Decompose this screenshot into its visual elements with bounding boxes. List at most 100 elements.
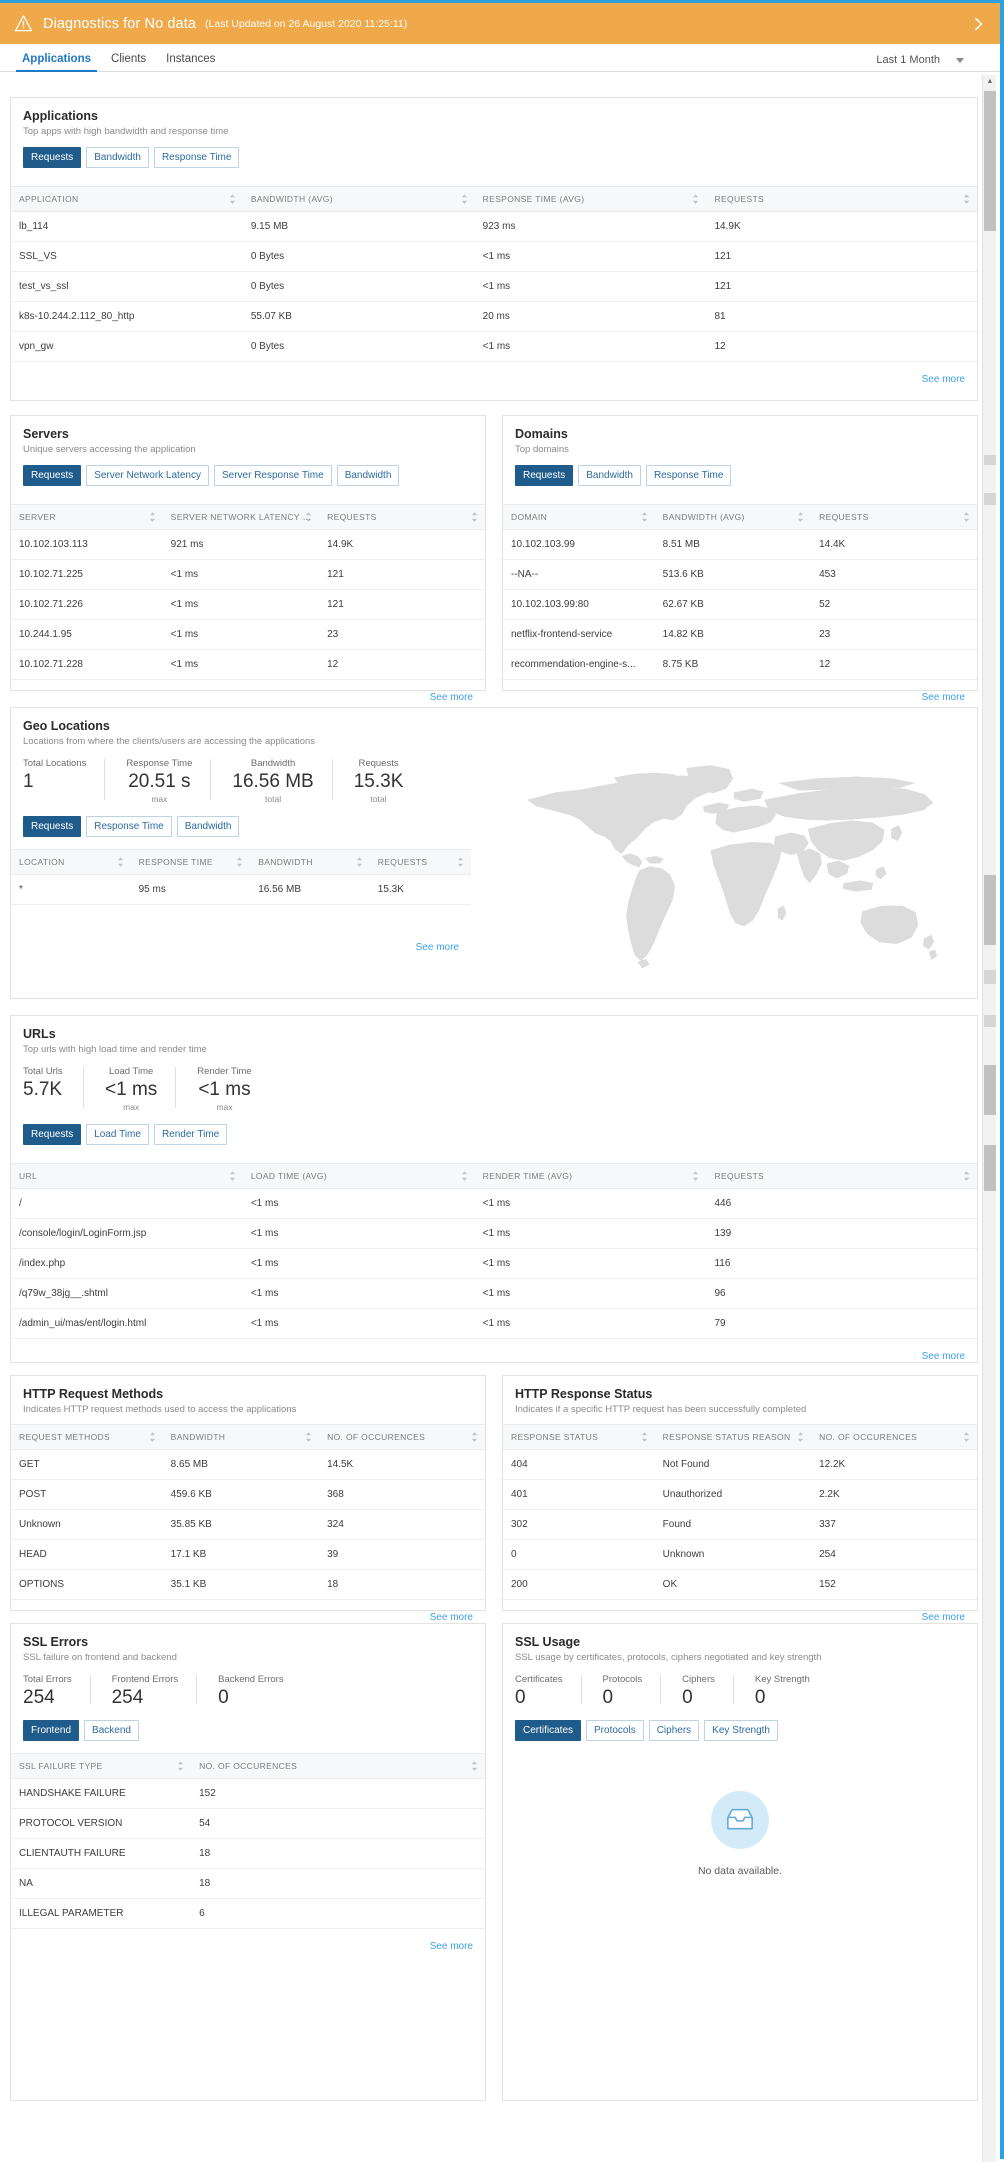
table-row[interactable]: 10.102.71.228 <1 ms 12 [11, 649, 485, 680]
ssl-errors-pill-frontend[interactable]: Frontend [23, 1719, 80, 1741]
table-row[interactable]: 10.102.103.99:80 62.67 KB 52 [503, 589, 977, 620]
tab-applications[interactable]: Applications [12, 53, 101, 72]
http-methods-col-bandwidth[interactable]: BANDWIDTH [162, 1423, 320, 1450]
table-row[interactable]: POST 459.6 KB 368 [11, 1479, 485, 1510]
servers-col-network-latency[interactable]: SERVER NETWORK LATENCY (... [162, 503, 320, 530]
http-methods-see-more-link[interactable]: See more [430, 1612, 473, 1623]
table-row[interactable]: /admin_ui/mas/ent/login.html <1 ms <1 ms 79 [11, 1308, 977, 1339]
ssl-errors-pill-backend[interactable]: Backend [84, 1719, 139, 1741]
servers-col-server[interactable]: SERVER [11, 503, 163, 530]
ssl-errors-col-occurences[interactable]: NO. OF OCCURENCES [191, 1752, 485, 1779]
ssl-errors-col-failure-type[interactable]: SSL FAILURE TYPE [11, 1752, 192, 1779]
urls-pill-requests[interactable]: Requests [23, 1123, 82, 1145]
urls-col-requests[interactable]: REQUESTS [706, 1162, 977, 1189]
table-row[interactable]: HEAD 17.1 KB 39 [11, 1539, 485, 1570]
urls-pill-render-time[interactable]: Render Time [153, 1123, 228, 1145]
geo-see-more-link[interactable]: See more [416, 942, 459, 953]
table-row[interactable]: NA 18 [11, 1868, 485, 1899]
table-row[interactable]: 10.102.103.113 921 ms 14.9K [11, 529, 485, 560]
ssl-usage-pill-protocols[interactable]: Protocols [586, 1719, 644, 1741]
table-row[interactable]: /q79w_38jg__.shtml <1 ms <1 ms 96 [11, 1278, 977, 1309]
http-status-col-response-status[interactable]: RESPONSE STATUS [503, 1423, 655, 1450]
time-range-selector[interactable]: Last 1 Month [876, 54, 964, 66]
table-row[interactable]: 0 Unknown 254 [503, 1539, 977, 1570]
ssl-usage-pill-ciphers[interactable]: Ciphers [648, 1719, 700, 1741]
ssl-usage-pill-key-strength[interactable]: Key Strength [704, 1719, 778, 1741]
geo-col-requests[interactable]: REQUESTS [369, 848, 471, 875]
applications-pill-response-time[interactable]: Response Time [153, 146, 240, 168]
table-row[interactable]: CLIENTAUTH FAILURE 18 [11, 1838, 485, 1869]
chevron-right-icon[interactable] [969, 15, 987, 33]
table-row[interactable]: --NA-- 513.6 KB 453 [503, 559, 977, 590]
tab-instances[interactable]: Instances [156, 53, 225, 71]
scroll-up-arrow-icon[interactable]: ▲ [983, 75, 997, 88]
servers-see-more-link[interactable]: See more [430, 692, 473, 703]
domains-see-more-link[interactable]: See more [922, 692, 965, 703]
table-row[interactable]: OPTIONS 35.1 KB 18 [11, 1569, 485, 1600]
http-status-see-more-link[interactable]: See more [922, 1612, 965, 1623]
domains-pill-response-time[interactable]: Response Time [645, 464, 732, 486]
table-row[interactable]: netflix-frontend-service 14.82 KB 23 [503, 619, 977, 650]
servers-pill-requests[interactable]: Requests [23, 464, 82, 486]
urls-pill-load-time[interactable]: Load Time [86, 1123, 149, 1145]
table-row[interactable]: 404 Not Found 12.2K [503, 1449, 977, 1480]
table-row[interactable]: vpn_gw 0 Bytes <1 ms 12 [11, 331, 977, 362]
table-row[interactable]: 10.102.71.226 <1 ms 121 [11, 589, 485, 620]
servers-pill-server-network-latency[interactable]: Server Network Latency [86, 464, 209, 486]
domains-col-domain[interactable]: DOMAIN [503, 503, 655, 530]
table-row[interactable]: ILLEGAL PARAMETER 6 [11, 1898, 485, 1929]
table-row[interactable]: / <1 ms <1 ms 446 [11, 1188, 977, 1219]
servers-pill-bandwidth[interactable]: Bandwidth [336, 464, 400, 486]
http-methods-col-request-methods[interactable]: REQUEST METHODS [11, 1423, 163, 1450]
table-row[interactable]: GET 8.65 MB 14.5K [11, 1449, 485, 1480]
domains-col-requests[interactable]: REQUESTS [811, 503, 977, 530]
table-row[interactable]: /index.php <1 ms <1 ms 116 [11, 1248, 977, 1279]
geo-col-location[interactable]: LOCATION [11, 848, 131, 875]
table-row[interactable]: 200 OK 152 [503, 1569, 977, 1600]
table-row[interactable]: SSL_VS 0 Bytes <1 ms 121 [11, 241, 977, 272]
geo-pill-response-time[interactable]: Response Time [86, 815, 172, 837]
applications-pill-requests[interactable]: Requests [23, 146, 82, 168]
tab-clients[interactable]: Clients [101, 53, 156, 71]
domains-pill-requests[interactable]: Requests [515, 464, 574, 486]
table-row[interactable]: HANDSHAKE FAILURE 152 [11, 1778, 485, 1809]
applications-pill-bandwidth[interactable]: Bandwidth [86, 146, 149, 168]
urls-col-render-time[interactable]: RENDER TIME (AVG) [474, 1162, 707, 1189]
http-methods-col-occurences[interactable]: NO. OF OCCURENCES [319, 1423, 485, 1450]
table-row[interactable]: k8s-10.244.2.112_80_http 55.07 KB 20 ms 81 [11, 301, 977, 332]
urls-col-url[interactable]: URL [11, 1162, 243, 1189]
geo-col-bandwidth[interactable]: BANDWIDTH [250, 848, 370, 875]
scrollbar-thumb[interactable] [984, 91, 996, 231]
table-row[interactable]: /console/login/LoginForm.jsp <1 ms <1 ms 13… [11, 1218, 977, 1249]
applications-see-more-link[interactable]: See more [922, 374, 965, 385]
servers-col-requests[interactable]: REQUESTS [319, 503, 485, 530]
servers-pill-server-response-time[interactable]: Server Response Time [213, 464, 332, 486]
table-row[interactable]: PROTOCOL VERSION 54 [11, 1808, 485, 1839]
urls-col-load-time[interactable]: LOAD TIME (AVG) [242, 1162, 475, 1189]
table-row[interactable]: test_vs_ssl 0 Bytes <1 ms 121 [11, 271, 977, 302]
ssl-usage-pill-certificates[interactable]: Certificates [515, 1719, 582, 1741]
table-row[interactable]: Unknown 35.85 KB 324 [11, 1509, 485, 1540]
geo-pill-requests[interactable]: Requests [23, 815, 82, 837]
table-row[interactable]: 302 Found 337 [503, 1509, 977, 1540]
applications-col-bandwidth[interactable]: BANDWIDTH (AVG) [242, 185, 475, 212]
urls-see-more-link[interactable]: See more [922, 1351, 965, 1362]
applications-col-response-time[interactable]: RESPONSE TIME (AVG) [474, 185, 707, 212]
table-row[interactable]: 10.244.1.95 <1 ms 23 [11, 619, 485, 650]
applications-col-application[interactable]: APPLICATION [11, 185, 243, 212]
table-row[interactable]: * 95 ms 16.56 MB 15.3K [11, 874, 471, 905]
page-scrollbar[interactable]: ▲ [982, 75, 996, 2162]
domains-pill-bandwidth[interactable]: Bandwidth [578, 464, 641, 486]
http-status-col-reason[interactable]: RESPONSE STATUS REASON [654, 1423, 812, 1450]
table-row[interactable]: recommendation-engine-s... 8.75 KB 12 [503, 649, 977, 680]
domains-col-bandwidth[interactable]: BANDWIDTH (AVG) [654, 503, 812, 530]
table-row[interactable]: 401 Unauthorized 2.2K [503, 1479, 977, 1510]
table-row[interactable]: 10.102.103.99 8.51 MB 14.4K [503, 529, 977, 560]
geo-col-response-time[interactable]: RESPONSE TIME [130, 848, 251, 875]
geo-pill-bandwidth[interactable]: Bandwidth [176, 815, 240, 837]
applications-col-requests[interactable]: REQUESTS [706, 185, 977, 212]
table-row[interactable]: 10.102.71.225 <1 ms 121 [11, 559, 485, 590]
http-status-col-occurences[interactable]: NO. OF OCCURENCES [811, 1423, 977, 1450]
ssl-errors-see-more-link[interactable]: See more [430, 1941, 473, 1952]
table-row[interactable]: lb_114 9.15 MB 923 ms 14.9K [11, 211, 977, 242]
